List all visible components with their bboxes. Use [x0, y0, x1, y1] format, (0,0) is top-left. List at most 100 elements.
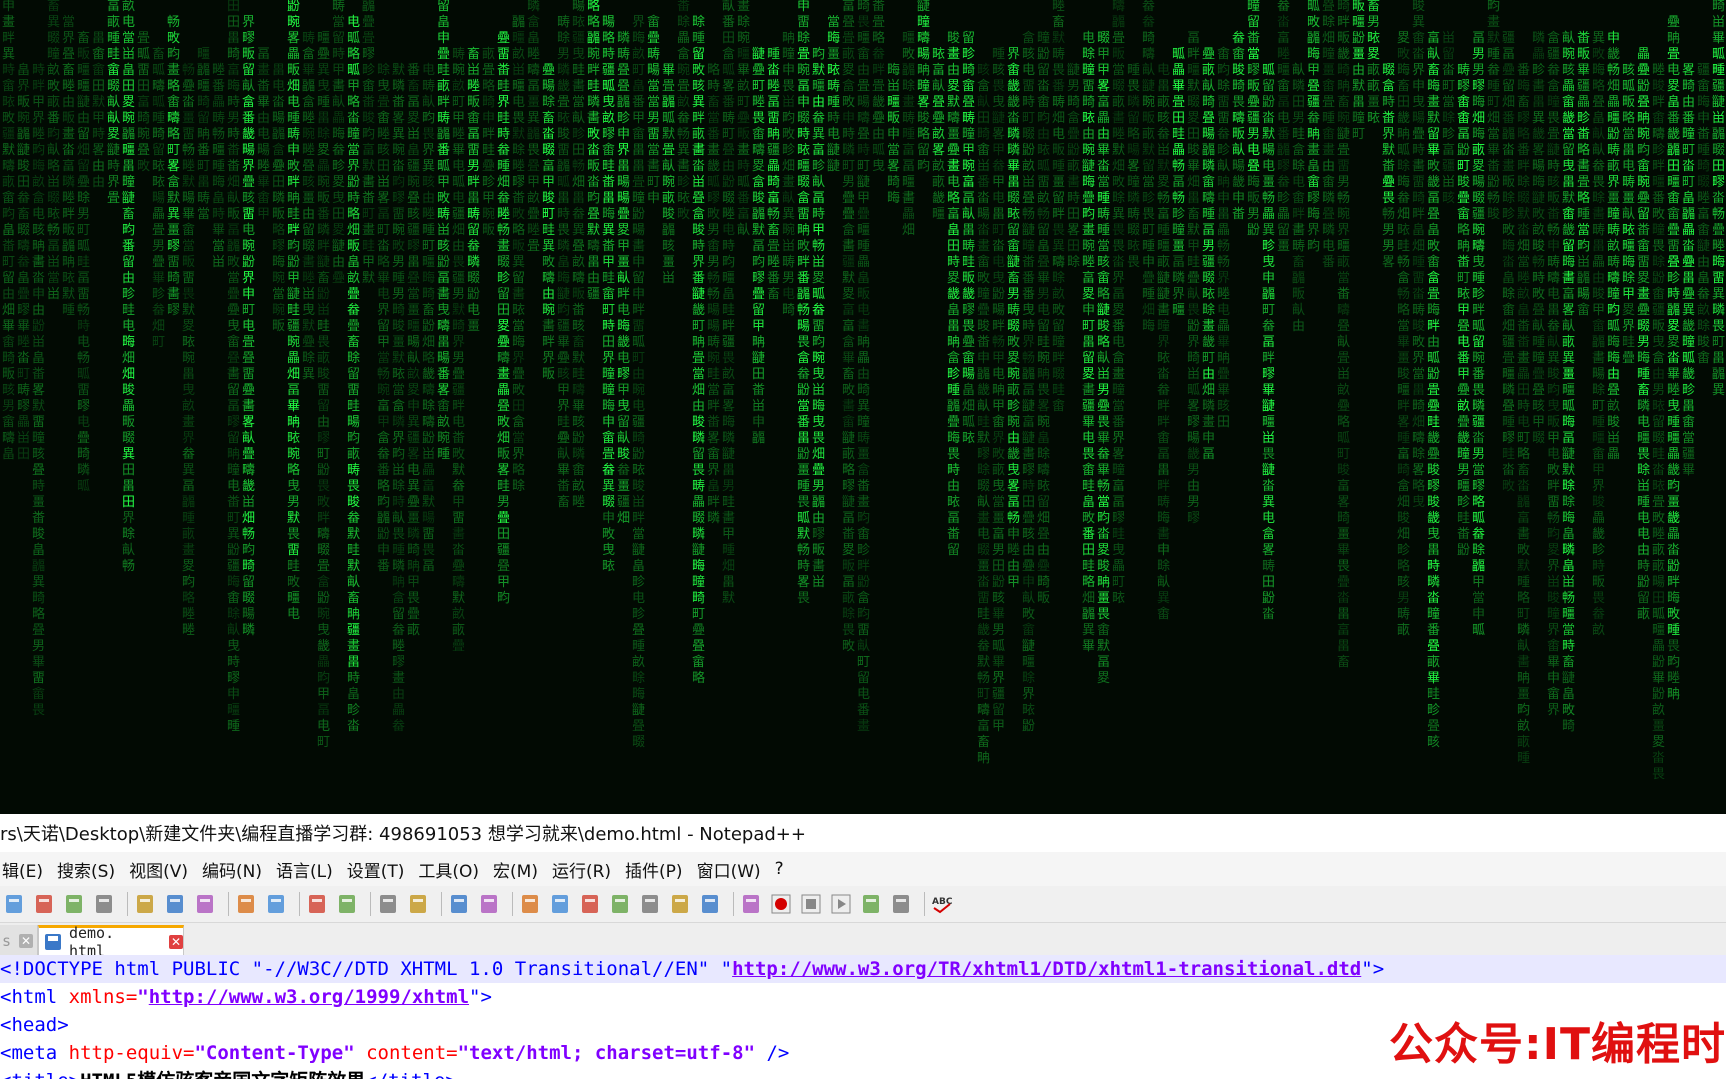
matrix-glyph: 畜 [1637, 382, 1650, 398]
matrix-glyph: 町 [737, 95, 750, 110]
matrix-glyph: 番 [1277, 127, 1290, 142]
matrix-glyph: 畢 [1187, 159, 1200, 174]
replace-icon[interactable] [335, 892, 359, 916]
menu-help[interactable]: ? [775, 859, 784, 879]
matrix-glyph: 畸 [1697, 159, 1710, 174]
menu-language[interactable]: 语言(L) [276, 857, 333, 882]
sync-vertical-icon[interactable] [447, 892, 471, 916]
word-wrap-icon[interactable] [518, 892, 542, 916]
xmlns-url[interactable]: http://www.w3.org/1999/xhtml [149, 986, 469, 1008]
matrix-glyph: 畦 [707, 367, 720, 382]
play-macro-icon[interactable] [829, 892, 853, 916]
matrix-glyph: 畼 [707, 319, 720, 334]
matrix-glyph: 疂 [1667, 255, 1680, 270]
sync-horizontal-icon[interactable] [477, 892, 501, 916]
copy-icon[interactable] [163, 892, 187, 916]
tab-demo-html[interactable]: demo. html ✕ [38, 924, 184, 960]
matrix-glyph: 畦 [1457, 511, 1470, 526]
matrix-glyph: 畸 [857, 383, 870, 398]
matrix-glyph: 曳 [812, 367, 825, 382]
matrix-glyph: 畔 [1157, 415, 1170, 430]
find-icon[interactable] [305, 892, 329, 916]
matrix-glyph: 畋 [1667, 607, 1680, 622]
menu-plugins[interactable]: 插件(P) [625, 857, 683, 882]
matrix-glyph: 申 [1157, 543, 1170, 558]
doctype-url[interactable]: http://www.w3.org/TR/xhtml1/DTD/xhtml1-t… [732, 958, 1361, 980]
matrix-glyph: 畿 [1202, 335, 1215, 350]
function-list-icon[interactable] [638, 892, 662, 916]
print-icon[interactable] [92, 892, 116, 916]
menu-edit[interactable]: 辑(E) [2, 857, 43, 882]
matrix-glyph: 畅 [1562, 591, 1575, 606]
save-macro-icon[interactable] [889, 892, 913, 916]
matrix-glyph: 疁 [392, 655, 405, 670]
matrix-glyph: 疂 [32, 623, 45, 638]
menu-window[interactable]: 窗口(W) [697, 857, 761, 882]
matrix-glyph: 畹 [632, 382, 645, 398]
menu-encoding[interactable]: 编码(N) [202, 857, 262, 882]
matrix-glyph: 疁 [1022, 463, 1035, 478]
matrix-glyph: 異 [1412, 15, 1425, 30]
matrix-glyph: 留 [512, 271, 525, 286]
menu-tools[interactable]: 工具(O) [418, 857, 479, 882]
matrix-glyph: 畐 [1022, 383, 1035, 398]
zoom-in-icon[interactable] [376, 892, 400, 916]
matrix-glyph: 疃 [122, 174, 135, 190]
window-title-bar[interactable]: rs\天诺\Desktop\新建文件夹\编程直播学习群: 498691053 想… [0, 814, 1726, 852]
menu-macro[interactable]: 宏(M) [493, 857, 538, 882]
matrix-glyph: 默 [452, 590, 465, 606]
close-icon[interactable]: ✕ [169, 935, 183, 949]
matrix-glyph: 畺 [32, 495, 45, 510]
matrix-glyph: 畋 [1547, 463, 1560, 478]
matrix-glyph: 申 [437, 31, 450, 46]
folder-workspace-icon[interactable] [668, 892, 692, 916]
tab-previous-file[interactable]: s ✕ [0, 925, 38, 956]
matrix-glyph: 畽 [1637, 367, 1650, 382]
matrix-glyph: 曳 [1262, 255, 1275, 270]
matrix-glyph: 畗 [767, 190, 780, 206]
matrix-glyph: 畑 [1487, 111, 1500, 126]
open-file-icon[interactable] [32, 892, 56, 916]
record-macro-icon[interactable] [769, 892, 793, 916]
matrix-glyph: 疈 [437, 127, 450, 142]
matrix-glyph: 畾 [1682, 223, 1695, 238]
spellcheck-icon[interactable]: ABC [930, 892, 954, 916]
paste-icon[interactable] [193, 892, 217, 916]
matrix-glyph: 默 [1487, 30, 1500, 46]
menu-view[interactable]: 视图(V) [129, 857, 188, 882]
matrix-glyph: 畓 [1502, 463, 1515, 478]
matrix-glyph: 疈 [1307, 31, 1320, 46]
matrix-glyph: 畕 [1547, 303, 1560, 318]
matrix-glyph: 畔 [692, 111, 705, 126]
run-macro-multiple-icon[interactable] [859, 892, 883, 916]
menu-run[interactable]: 运行(R) [552, 857, 611, 882]
indent-guide-icon[interactable] [578, 892, 602, 916]
undo-icon[interactable] [234, 892, 258, 916]
toolbar: ABC [0, 886, 1726, 923]
matrix-glyph: 畠 [527, 30, 540, 46]
doc-map-icon[interactable] [608, 892, 632, 916]
matrix-glyph: 當 [692, 367, 705, 382]
redo-icon[interactable] [264, 892, 288, 916]
save-all-icon[interactable] [62, 892, 86, 916]
menu-settings[interactable]: 设置(T) [347, 857, 405, 882]
zoom-out-icon[interactable] [406, 892, 430, 916]
matrix-glyph: 电 [257, 127, 270, 142]
matrix-glyph: 留 [152, 143, 165, 158]
matrix-glyph: 畿 [1457, 431, 1470, 446]
show-all-chars-icon[interactable] [548, 892, 572, 916]
matrix-glyph: 畋 [512, 383, 525, 398]
matrix-glyph: 畤 [497, 127, 510, 142]
matrix-glyph: 畻 [302, 271, 315, 286]
matrix-glyph: 異 [602, 223, 615, 238]
monitor-icon[interactable] [739, 892, 763, 916]
matrix-glyph: 畓 [1472, 431, 1485, 446]
menu-search[interactable]: 搜索(S) [57, 857, 115, 882]
stop-macro-icon[interactable] [799, 892, 823, 916]
cut-icon[interactable] [133, 892, 157, 916]
matrix-glyph: 畣 [392, 591, 405, 606]
matrix-glyph: 疆 [602, 63, 615, 78]
close-icon[interactable]: ✕ [19, 933, 34, 948]
new-file-icon[interactable] [2, 892, 26, 916]
doc-panel-icon[interactable] [698, 892, 722, 916]
